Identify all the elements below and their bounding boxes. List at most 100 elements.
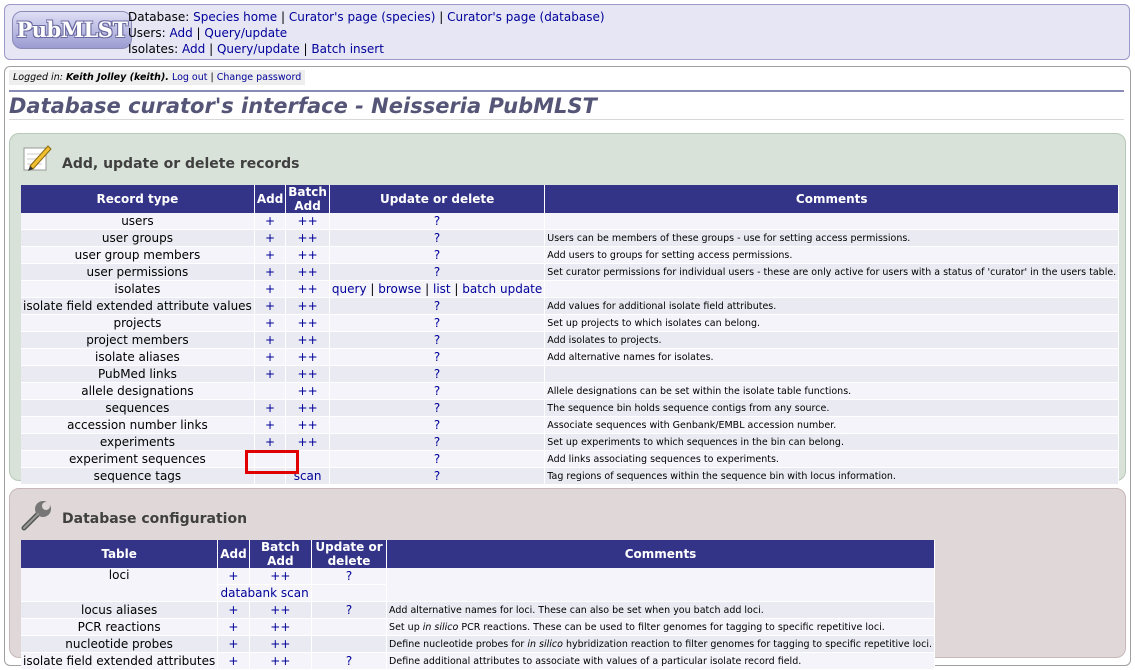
batch-add-locus-aliases-link[interactable]: ++ bbox=[270, 603, 290, 617]
isolates-query-update-link[interactable]: Query/update bbox=[217, 42, 300, 56]
batch-add-isolate-field-extended-attributes-link[interactable]: ++ bbox=[270, 654, 290, 668]
curator-page-species-link[interactable]: Curator's page (species) bbox=[289, 10, 436, 24]
update-locus-aliases-link[interactable]: ? bbox=[346, 603, 352, 617]
add-nucleotide-probes-link[interactable]: + bbox=[228, 637, 238, 651]
add-user-permissions-link[interactable]: + bbox=[265, 265, 275, 279]
row-type: user group members bbox=[21, 246, 255, 264]
row-type: isolate aliases bbox=[21, 348, 255, 366]
add-isolates-link[interactable]: + bbox=[265, 282, 275, 296]
col-update-delete: Update or delete bbox=[329, 185, 546, 213]
record-row-experiments: experiments + ++? Set up experiments to whi… bbox=[21, 433, 1120, 451]
row-comment bbox=[544, 365, 1120, 383]
add-isolate-aliases-link[interactable]: + bbox=[265, 350, 275, 364]
login-status: Logged in: Keith Jolley (keith). Log out… bbox=[9, 70, 306, 85]
row-comment: Set up projects to which isolates can be… bbox=[544, 314, 1120, 332]
batch-add-nucleotide-probes-link[interactable]: ++ bbox=[270, 637, 290, 651]
update-allele-designations-link[interactable]: ? bbox=[434, 384, 440, 398]
batch-add-project-members-link[interactable]: ++ bbox=[298, 333, 318, 347]
update-sequence-tags-link[interactable]: ? bbox=[434, 469, 440, 483]
users-add-link[interactable]: Add bbox=[169, 26, 192, 40]
update-projects-link[interactable]: ? bbox=[434, 316, 440, 330]
row-update-cell: ? bbox=[329, 382, 546, 400]
row-comment: Users can be members of these groups - u… bbox=[544, 229, 1120, 247]
record-row-isolate-field-extended-attribute-values: isolate field extended attribute values +… bbox=[21, 297, 1120, 315]
curator-page-database-link[interactable]: Curator's page (database) bbox=[447, 10, 604, 24]
pubmlst-logo[interactable]: PubMLST bbox=[12, 11, 132, 49]
loci-add-link[interactable]: + bbox=[228, 569, 238, 583]
add-experiments-link[interactable]: + bbox=[265, 435, 275, 449]
update-accession-number-links-link[interactable]: ? bbox=[434, 418, 440, 432]
change-password-link[interactable]: Change password bbox=[217, 72, 302, 83]
isolates-add-link[interactable]: Add bbox=[182, 42, 205, 56]
records-table: Record type Add Batch Add Update or dele… bbox=[21, 185, 1120, 485]
update-isolate-field-extended-attribute-values-link[interactable]: ? bbox=[434, 299, 440, 313]
row-comment: Set curator permissions for individual u… bbox=[544, 263, 1120, 281]
add-user-groups-link[interactable]: + bbox=[265, 231, 275, 245]
add-user-group-members-link[interactable]: + bbox=[265, 248, 275, 262]
row-type: isolate field extended attributes bbox=[21, 652, 219, 670]
batch-add-allele-designations-link[interactable]: ++ bbox=[298, 384, 318, 398]
update-user-permissions-link[interactable]: ? bbox=[434, 265, 440, 279]
batch-add-user-group-members-link[interactable]: ++ bbox=[298, 248, 318, 262]
page-title: Database curator's interface - Neisseria… bbox=[9, 94, 597, 118]
batch-add-isolate-aliases-link[interactable]: ++ bbox=[298, 350, 318, 364]
add-pubmed-links-link[interactable]: + bbox=[265, 367, 275, 381]
update-isolate-aliases-link[interactable]: ? bbox=[434, 350, 440, 364]
row-add-cell bbox=[254, 382, 287, 400]
update-project-members-link[interactable]: ? bbox=[434, 333, 440, 347]
logout-link[interactable]: Log out bbox=[172, 72, 208, 83]
loci-batch-link[interactable]: ++ bbox=[270, 569, 290, 583]
batch-add-users-link[interactable]: ++ bbox=[298, 214, 318, 228]
isolates-batch-update-link[interactable]: batch update bbox=[462, 282, 542, 296]
loci-scan-link[interactable]: scan bbox=[281, 586, 309, 600]
batch-add-sequences-link[interactable]: ++ bbox=[298, 401, 318, 415]
add-isolate-field-extended-attribute-values-link[interactable]: + bbox=[265, 299, 275, 313]
update-experiment-sequences-link[interactable]: ? bbox=[434, 452, 440, 466]
update-isolate-field-extended-attributes-link[interactable]: ? bbox=[346, 654, 352, 668]
comment-text: Define nucleotide probes for bbox=[389, 638, 528, 650]
update-experiments-link[interactable]: ? bbox=[434, 435, 440, 449]
update-users-link[interactable]: ? bbox=[434, 214, 440, 228]
batch-add-projects-link[interactable]: ++ bbox=[298, 316, 318, 330]
species-home-link[interactable]: Species home bbox=[193, 10, 277, 24]
batch-add-accession-number-links-link[interactable]: ++ bbox=[298, 418, 318, 432]
add-pcr-reactions-link[interactable]: + bbox=[228, 620, 238, 634]
batch-add-experiments-link[interactable]: ++ bbox=[298, 435, 318, 449]
isolates-list-link[interactable]: list bbox=[433, 282, 451, 296]
row-type: nucleotide probes bbox=[21, 635, 219, 653]
batch-add-isolate-field-extended-attribute-values-link[interactable]: ++ bbox=[298, 299, 318, 313]
title-rule-bottom bbox=[9, 119, 1124, 120]
row-update-cell: ? bbox=[329, 229, 546, 247]
add-locus-aliases-link[interactable]: + bbox=[228, 603, 238, 617]
databank-scan-link[interactable]: databank bbox=[221, 586, 278, 600]
row-add-cell: + bbox=[254, 365, 287, 383]
row-batch-cell: ++ bbox=[249, 618, 313, 636]
row-comment: Add isolates to projects. bbox=[544, 331, 1120, 349]
add-project-members-link[interactable]: + bbox=[265, 333, 275, 347]
update-user-group-members-link[interactable]: ? bbox=[434, 248, 440, 262]
batch-add-pubmed-links-link[interactable]: ++ bbox=[298, 367, 318, 381]
add-projects-link[interactable]: + bbox=[265, 316, 275, 330]
add-accession-number-links-link[interactable]: + bbox=[265, 418, 275, 432]
record-row-project-members: project members + ++? Add isolates to proje… bbox=[21, 331, 1120, 349]
batch-add-pcr-reactions-link[interactable]: ++ bbox=[270, 620, 290, 634]
loci-update-link[interactable]: ? bbox=[346, 569, 352, 583]
update-sequences-link[interactable]: ? bbox=[434, 401, 440, 415]
isolates-query-link[interactable]: query bbox=[332, 282, 367, 296]
row-type: allele designations bbox=[21, 382, 255, 400]
add-users-link[interactable]: + bbox=[265, 214, 275, 228]
add-sequences-link[interactable]: + bbox=[265, 401, 275, 415]
row-comment: The sequence bin holds sequence contigs … bbox=[544, 399, 1120, 417]
update-user-groups-link[interactable]: ? bbox=[434, 231, 440, 245]
add-isolate-field-extended-attributes-link[interactable]: + bbox=[228, 654, 238, 668]
batch-add-user-groups-link[interactable]: ++ bbox=[298, 231, 318, 245]
isolates-browse-link[interactable]: browse bbox=[378, 282, 421, 296]
update-pubmed-links-link[interactable]: ? bbox=[434, 367, 440, 381]
batch-add-user-permissions-link[interactable]: ++ bbox=[298, 265, 318, 279]
batch-add-isolates-link[interactable]: ++ bbox=[298, 282, 318, 296]
users-query-update-link[interactable]: Query/update bbox=[204, 26, 287, 40]
config-row-nucleotide-probes: nucleotide probes + ++ Define nucleotide pr… bbox=[21, 635, 935, 653]
row-add-cell: + bbox=[254, 297, 287, 315]
isolates-batch-insert-link[interactable]: Batch insert bbox=[311, 42, 384, 56]
row-type: project members bbox=[21, 331, 255, 349]
